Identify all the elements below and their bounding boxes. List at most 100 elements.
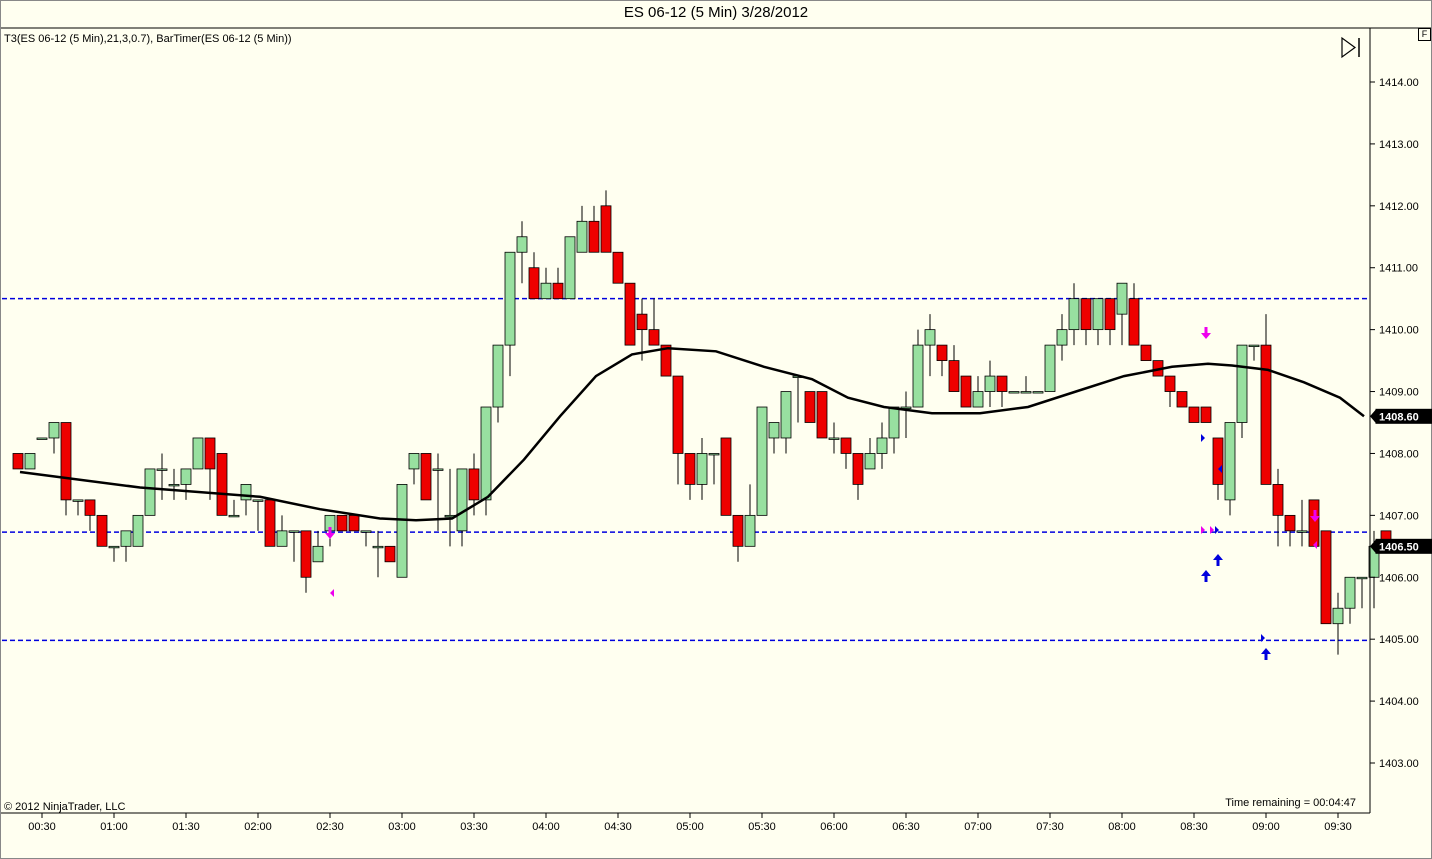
candle[interactable] xyxy=(1008,391,1020,394)
candle[interactable] xyxy=(948,345,960,392)
candle[interactable] xyxy=(396,484,408,578)
candle[interactable] xyxy=(1308,499,1320,547)
candle[interactable] xyxy=(1260,314,1272,485)
candle[interactable] xyxy=(1056,314,1068,361)
candle[interactable] xyxy=(444,468,456,547)
candle[interactable] xyxy=(996,375,1008,408)
candle[interactable] xyxy=(264,499,276,547)
candle[interactable] xyxy=(144,468,156,516)
candle[interactable] xyxy=(168,468,180,500)
candle[interactable] xyxy=(1356,576,1368,609)
candle[interactable] xyxy=(756,406,768,516)
candle[interactable] xyxy=(576,205,588,253)
candle[interactable] xyxy=(1032,391,1044,394)
candle[interactable] xyxy=(24,453,36,470)
candle[interactable] xyxy=(216,453,228,516)
candle[interactable] xyxy=(900,391,912,438)
candle[interactable] xyxy=(180,468,192,500)
candle[interactable] xyxy=(516,221,528,284)
price-chart[interactable]: 1414.00 1413.00 1412.00 1411.00 1410.00 1409.… xyxy=(0,0,1432,859)
candle[interactable] xyxy=(1080,298,1092,346)
candle[interactable] xyxy=(204,437,216,500)
candle[interactable] xyxy=(528,252,540,300)
candle[interactable] xyxy=(708,453,720,485)
candle[interactable] xyxy=(1092,298,1104,346)
candle[interactable] xyxy=(984,360,996,408)
candle[interactable] xyxy=(1188,406,1200,423)
candle[interactable] xyxy=(960,375,972,408)
candle[interactable] xyxy=(924,314,936,377)
candle[interactable] xyxy=(1236,344,1248,438)
candle[interactable] xyxy=(228,499,240,518)
candle[interactable] xyxy=(72,499,84,516)
candle[interactable] xyxy=(624,282,636,346)
candle[interactable] xyxy=(420,453,432,501)
candle[interactable] xyxy=(828,422,840,454)
candle[interactable] xyxy=(912,329,924,408)
candle[interactable] xyxy=(96,514,108,547)
candle[interactable] xyxy=(840,437,852,469)
candle[interactable] xyxy=(1020,376,1032,394)
candle[interactable] xyxy=(348,514,360,532)
candle[interactable] xyxy=(1176,391,1188,408)
candle[interactable] xyxy=(648,298,660,346)
candle[interactable] xyxy=(288,530,300,562)
candle[interactable] xyxy=(732,514,744,562)
candle[interactable] xyxy=(360,530,372,547)
candle[interactable] xyxy=(588,205,600,253)
candle[interactable] xyxy=(1116,282,1128,346)
candle[interactable] xyxy=(876,422,888,469)
candle[interactable] xyxy=(276,515,288,547)
candle[interactable] xyxy=(1164,375,1176,408)
candle[interactable] xyxy=(300,530,312,593)
candle[interactable] xyxy=(720,437,732,516)
candle[interactable] xyxy=(600,190,612,253)
candle[interactable] xyxy=(684,453,696,500)
candle[interactable] xyxy=(780,391,792,454)
candle[interactable] xyxy=(864,437,876,470)
scroll-to-end-icon[interactable] xyxy=(1341,36,1360,59)
candle[interactable] xyxy=(1272,468,1284,547)
candle[interactable] xyxy=(1320,530,1332,625)
candle[interactable] xyxy=(1068,283,1080,346)
candle[interactable] xyxy=(1044,344,1056,392)
candle[interactable] xyxy=(792,375,804,423)
candle[interactable] xyxy=(768,422,780,454)
candle[interactable] xyxy=(1344,576,1356,624)
candle[interactable] xyxy=(48,422,60,454)
candle[interactable] xyxy=(612,251,624,284)
candle[interactable] xyxy=(384,545,396,563)
candle[interactable] xyxy=(1128,283,1140,346)
candle[interactable] xyxy=(252,499,264,531)
candle[interactable] xyxy=(504,251,516,377)
candle[interactable] xyxy=(540,267,552,300)
candle[interactable] xyxy=(84,499,96,531)
candle[interactable] xyxy=(60,422,72,516)
candle[interactable] xyxy=(564,236,576,300)
candle[interactable] xyxy=(372,530,384,578)
candle[interactable] xyxy=(1140,344,1152,361)
candle[interactable] xyxy=(312,530,324,563)
candle[interactable] xyxy=(1332,592,1344,655)
candle[interactable] xyxy=(1284,514,1296,547)
candle[interactable] xyxy=(1200,406,1212,423)
candle[interactable] xyxy=(120,530,132,562)
candle[interactable] xyxy=(1224,422,1236,516)
candle[interactable] xyxy=(852,453,864,500)
candle[interactable] xyxy=(816,391,828,439)
candle[interactable] xyxy=(36,437,48,440)
candle[interactable] xyxy=(672,375,684,485)
candle[interactable] xyxy=(456,468,468,547)
candle[interactable] xyxy=(408,453,420,485)
candle[interactable] xyxy=(744,484,756,547)
candle[interactable] xyxy=(1104,298,1116,346)
candle[interactable] xyxy=(552,267,564,300)
candle[interactable] xyxy=(1248,344,1260,361)
candle[interactable] xyxy=(936,344,948,377)
candle[interactable] xyxy=(336,514,348,532)
candle[interactable] xyxy=(1296,499,1308,547)
candle[interactable] xyxy=(192,437,204,470)
candle[interactable] xyxy=(696,437,708,500)
candle[interactable] xyxy=(804,391,816,423)
candle[interactable] xyxy=(492,344,504,423)
